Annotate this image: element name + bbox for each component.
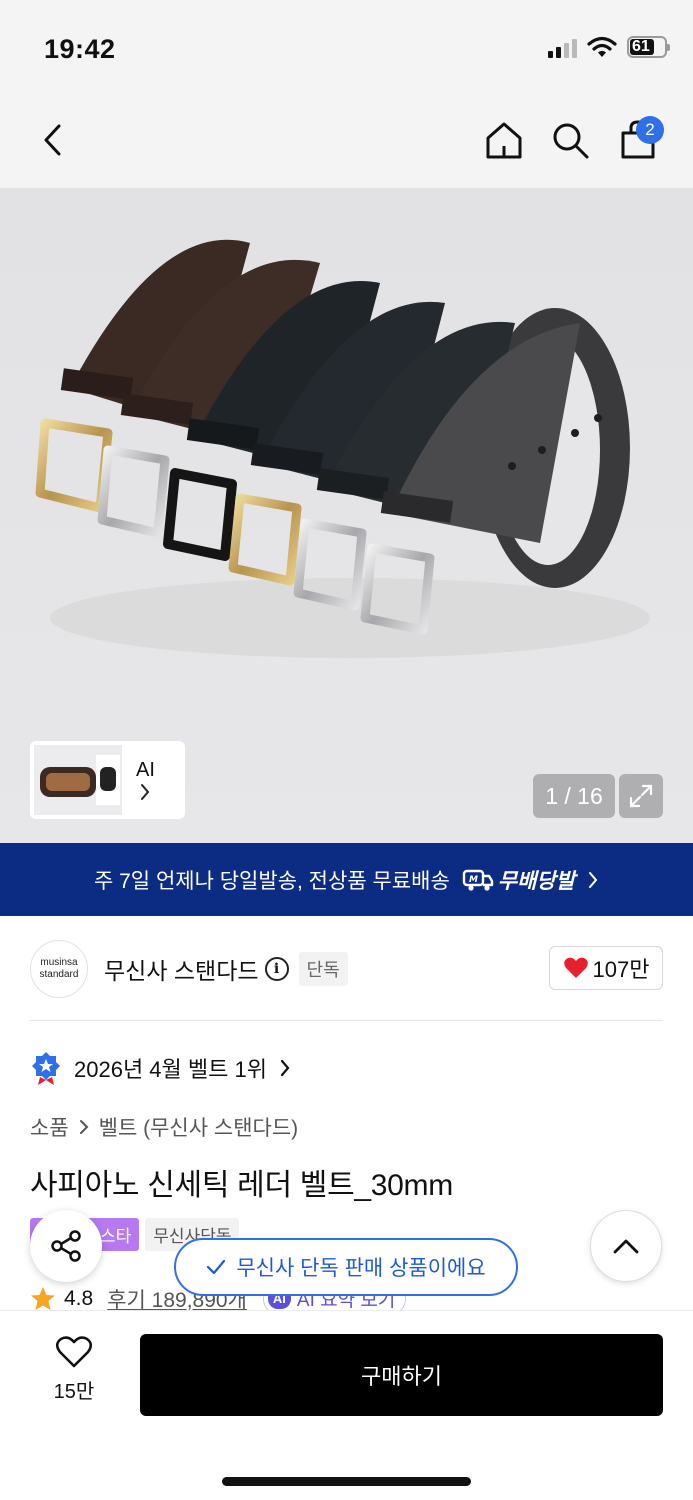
signal-icon [548,36,577,58]
home-icon [486,122,522,159]
search-button[interactable] [544,114,596,166]
heart-icon [55,1336,93,1368]
home-indicator [222,1477,471,1486]
wifi-icon [587,36,617,57]
product-title: 사피아노 신세틱 레더 벨트_30mm [30,1169,453,1202]
chevron-right-icon [79,1120,89,1134]
buy-button[interactable]: 구매하기 [140,1334,663,1416]
ranking-link[interactable]: 2026년 4월 벨트 1위 [30,1050,291,1086]
back-button[interactable] [26,114,78,166]
brand-logo-line2: standard [39,969,79,980]
image-counter: 1 / 16 [533,774,615,818]
scroll-to-top-button[interactable] [590,1210,662,1282]
breadcrumb-subcategory[interactable]: 벨트 (무신사 스탠다드) [99,1112,299,1142]
battery-level: 61 [632,38,650,55]
status-bar: 19:42 61 [0,0,693,92]
check-icon [207,1259,226,1275]
chevron-up-icon [613,1239,639,1254]
share-button[interactable] [30,1210,102,1282]
free-shipping-banner[interactable]: 주 7일 언제나 당일발송, 전상품 무료배송 M 무배당발 [0,843,693,916]
heart-icon [563,957,588,978]
cart-button[interactable]: 2 [612,114,664,166]
info-icon[interactable]: i [264,957,289,981]
truck-icon: M [462,869,493,891]
brand-logo[interactable]: musinsa standard [30,940,88,998]
divider [30,1020,663,1021]
expand-icon [629,784,653,808]
product-image-gallery[interactable]: AI 1 / 16 [0,188,693,843]
brand-like-button[interactable]: 107만 [549,946,663,990]
thumbnail-image [34,745,122,815]
chevron-right-icon [589,871,598,888]
promo-text: 주 7일 언제나 당일발송, 전상품 무료배송 [93,869,450,893]
chevron-right-icon [280,1059,290,1077]
nav-bar: 2 [0,92,693,188]
promo-logo: M 무배당발 [462,865,575,895]
exclusive-toast: 무신사 단독 판매 상품이에요 [174,1238,518,1296]
cart-badge: 2 [636,116,664,144]
ai-thumbnail-card[interactable]: AI [30,741,185,819]
ai-label-text: AI [136,759,155,781]
status-icons: 61 [548,36,670,58]
expand-button[interactable] [619,774,663,818]
back-icon [44,124,61,156]
search-icon [553,123,589,159]
brand-row: musinsa standard 무신사 스탠다드 i 단독 107만 [30,940,663,998]
home-button[interactable] [478,114,530,166]
status-time: 19:42 [44,34,116,64]
bottom-action-bar: 15만 구매하기 [0,1310,693,1500]
share-icon [51,1230,81,1262]
wishlist-button[interactable]: 15만 [40,1335,108,1404]
wishlist-count: 15만 [53,1381,95,1403]
brand-logo-line1: musinsa [40,957,78,968]
rating-score: 4.8 [64,1286,94,1310]
star-icon [31,1286,55,1310]
brand-name[interactable]: 무신사 스탠다드 [104,952,259,986]
chevron-right-icon [141,784,150,800]
exclusive-tag: 단독 [298,952,348,986]
brand-like-count: 107만 [592,957,650,982]
ranking-text: 2026년 4월 벨트 1위 [74,1057,267,1082]
svg-text:M: M [469,875,478,885]
ai-label: AI [136,758,155,802]
promo-logo-text: 무배당발 [497,869,576,893]
rank-badge-icon [32,1052,60,1085]
breadcrumb: 소품 벨트 (무신사 스탠다드) [30,1112,298,1142]
battery-icon: 61 [627,36,670,58]
toast-text: 무신사 단독 판매 상품이에요 [236,1257,486,1280]
breadcrumb-category[interactable]: 소품 [30,1112,69,1142]
